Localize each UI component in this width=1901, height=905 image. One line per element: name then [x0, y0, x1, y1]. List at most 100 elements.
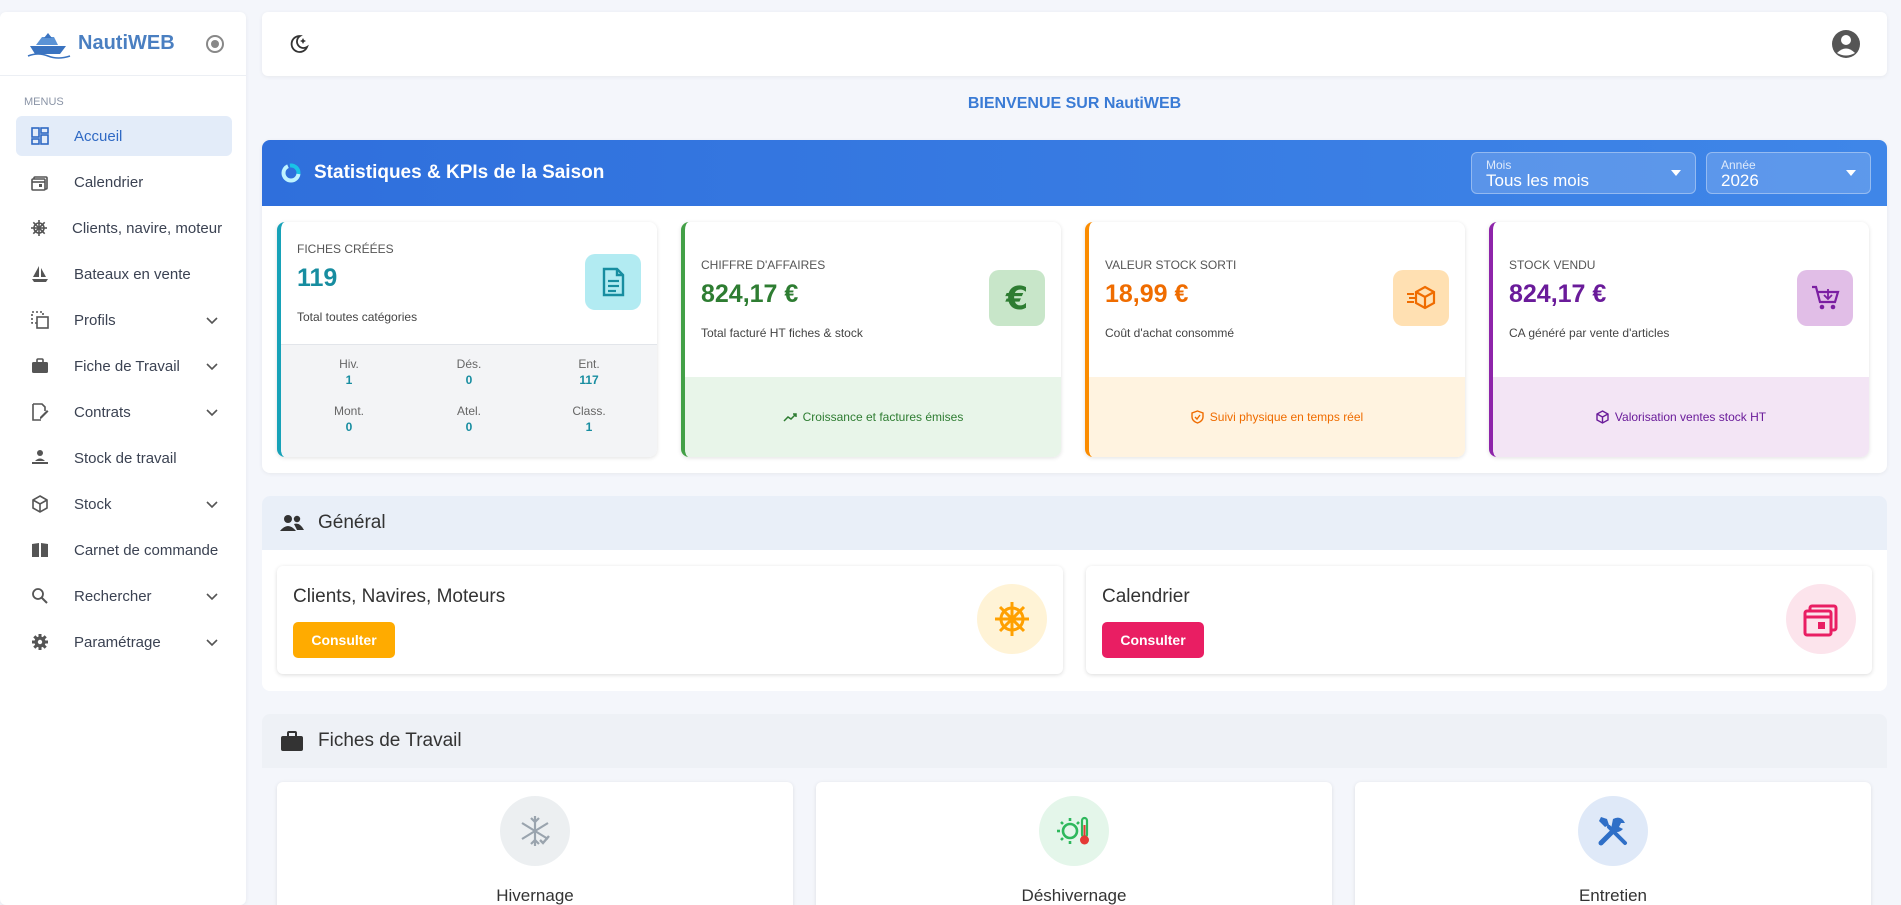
year-select[interactable]: Année 2026	[1706, 152, 1871, 194]
kpi-card-sub: Coût d'achat consommé	[1105, 326, 1235, 340]
dark-mode-toggle-icon[interactable]	[288, 33, 310, 55]
kpi-card-sub: CA généré par vente d'articles	[1509, 326, 1670, 340]
box-icon	[1596, 410, 1609, 424]
sailboat-icon	[30, 264, 50, 284]
sidebar-item-label: Clients, navire, moteur	[72, 219, 223, 237]
fiches-section-header: Fiches de Travail	[262, 714, 1887, 768]
sidebar-item-label: Accueil	[74, 127, 123, 145]
calendar-icon	[30, 172, 50, 192]
general-section-title: Général	[318, 512, 386, 533]
fiche-card-title: Hivernage	[496, 886, 574, 905]
general-card-calendrier: Calendrier Consulter	[1086, 566, 1872, 674]
fiches-section: Fiches de Travail Hivernage Déshivernage…	[262, 714, 1887, 905]
fiches-breakdown: Hiv. 1 Dés. 0 Ent. 117 Mont. 0 Atel. 0 Class.…	[281, 344, 657, 457]
sidebar-item-label: Paramétrage	[74, 633, 161, 651]
menu-title: MENUS	[24, 96, 64, 108]
chevron-down-icon	[206, 639, 218, 647]
sidebar-item-clients[interactable]: Clients, navire, moteur	[16, 208, 232, 248]
breakdown-item: Dés. 0	[456, 357, 482, 387]
briefcase-icon	[281, 731, 303, 751]
welcome-title: BIENVENUE SUR NautiWEB	[967, 95, 1182, 112]
breakdown-item: Mont. 0	[333, 404, 364, 434]
chevron-down-icon	[206, 317, 218, 325]
snowflake-icon	[500, 796, 570, 866]
dropdown-arrow-icon	[1671, 170, 1681, 176]
sidebar-item-label: Stock	[74, 495, 112, 513]
sidebar-item-carnet[interactable]: Carnet de commande	[16, 530, 232, 570]
kpi-card-value: 18,99 €	[1105, 280, 1189, 308]
euro-icon: €	[989, 270, 1045, 326]
fiche-card-hivernage[interactable]: Hivernage	[277, 782, 793, 905]
calendar-icon	[1786, 584, 1856, 654]
sidebar-item-stock-travail[interactable]: Stock de travail	[16, 438, 232, 478]
sidebar-item-bateaux[interactable]: Bateaux en vente	[16, 254, 232, 294]
worker-icon	[30, 448, 50, 468]
sidebar-item-stock[interactable]: Stock	[16, 484, 232, 524]
general-section-header: Général	[262, 496, 1887, 550]
shield-check-icon	[1191, 410, 1204, 424]
consult-calendar-button[interactable]: Consulter	[1102, 622, 1204, 658]
box-icon	[30, 494, 50, 514]
sidebar-item-label: Stock de travail	[74, 449, 177, 467]
breakdown-item: Class. 1	[572, 404, 606, 434]
fiche-card-deshivernage[interactable]: Déshivernage	[816, 782, 1332, 905]
kpi-card-value: 824,17 €	[701, 280, 799, 308]
sidebar-item-contrats[interactable]: Contrats	[16, 392, 232, 432]
sidebar-item-label: Carnet de commande	[74, 541, 219, 559]
helm-icon	[30, 218, 48, 238]
kpi-card-value: 119	[297, 264, 338, 292]
general-card-title: Clients, Navires, Moteurs	[293, 586, 506, 607]
thermometer-sun-icon	[1039, 796, 1109, 866]
month-select[interactable]: Mois Tous les mois	[1471, 152, 1696, 194]
sidebar-item-accueil[interactable]: Accueil	[16, 116, 232, 156]
kpi-card-label: VALEUR STOCK SORTI	[1105, 258, 1237, 272]
profiles-icon	[30, 310, 50, 330]
chevron-down-icon	[206, 363, 218, 371]
fast-delivery-box-icon	[1393, 270, 1449, 326]
fiche-card-title: Déshivernage	[1021, 886, 1127, 905]
kpi-card-footer: Croissance et factures émises	[685, 377, 1061, 457]
helm-icon	[977, 584, 1047, 654]
general-section: Général Clients, Navires, Moteurs Consul…	[262, 496, 1887, 691]
sidebar-item-fiche-travail[interactable]: Fiche de Travail	[16, 346, 232, 386]
general-card-title: Calendrier	[1102, 586, 1190, 607]
month-select-value: Tous les mois	[1486, 171, 1589, 190]
consult-clients-button[interactable]: Consulter	[293, 622, 395, 658]
kpi-card-chiffre-affaires: CHIFFRE D'AFFAIRES 824,17 € Total factur…	[681, 222, 1061, 457]
sidebar-item-rechercher[interactable]: Rechercher	[16, 576, 232, 616]
breakdown-item: Ent. 117	[578, 357, 600, 387]
dashboard-icon	[30, 126, 50, 146]
users-icon	[280, 515, 304, 531]
contract-icon	[30, 402, 50, 422]
cart-icon	[1797, 270, 1853, 326]
fiches-section-title: Fiches de Travail	[318, 730, 462, 751]
sidebar-item-label: Rechercher	[74, 587, 152, 605]
user-account-icon[interactable]	[1831, 29, 1861, 59]
fiche-card-entretien[interactable]: Entretien	[1355, 782, 1871, 905]
kpi-card-fiches: FICHES CRÉÉES 119 Total toutes catégorie…	[277, 222, 657, 457]
kpi-card-sub: Total toutes catégories	[297, 310, 418, 324]
sidebar-toggle-icon[interactable]	[206, 34, 224, 53]
breakdown-item: Atel. 0	[456, 404, 481, 434]
kpi-card-sub: Total facturé HT fiches & stock	[701, 326, 863, 340]
document-icon	[585, 254, 641, 310]
dropdown-arrow-icon	[1846, 170, 1856, 176]
search-icon	[30, 586, 50, 606]
brand-name: NautiWEB	[78, 32, 175, 54]
kpi-card-value: 824,17 €	[1509, 280, 1607, 308]
sidebar-item-label: Calendrier	[74, 173, 144, 191]
book-icon	[30, 540, 50, 560]
kpi-card-label: CHIFFRE D'AFFAIRES	[701, 258, 826, 272]
sidebar-item-calendrier[interactable]: Calendrier	[16, 162, 232, 202]
gear-icon	[30, 632, 50, 652]
sidebar-item-parametrage[interactable]: Paramétrage	[16, 622, 232, 662]
sidebar-item-label: Profils	[74, 311, 116, 329]
kpi-card-label: FICHES CRÉÉES	[297, 242, 394, 256]
breakdown-item: Hiv. 1	[339, 357, 359, 387]
kpi-card-footer: Suivi physique en temps réel	[1089, 377, 1465, 457]
trend-up-icon	[783, 413, 797, 422]
kpi-card-stock-vendu: STOCK VENDU 824,17 € CA généré par vente…	[1489, 222, 1869, 457]
sidebar-item-profils[interactable]: Profils	[16, 300, 232, 340]
chevron-down-icon	[206, 501, 218, 509]
kpi-title: Statistiques & KPIs de la Saison	[314, 162, 605, 183]
